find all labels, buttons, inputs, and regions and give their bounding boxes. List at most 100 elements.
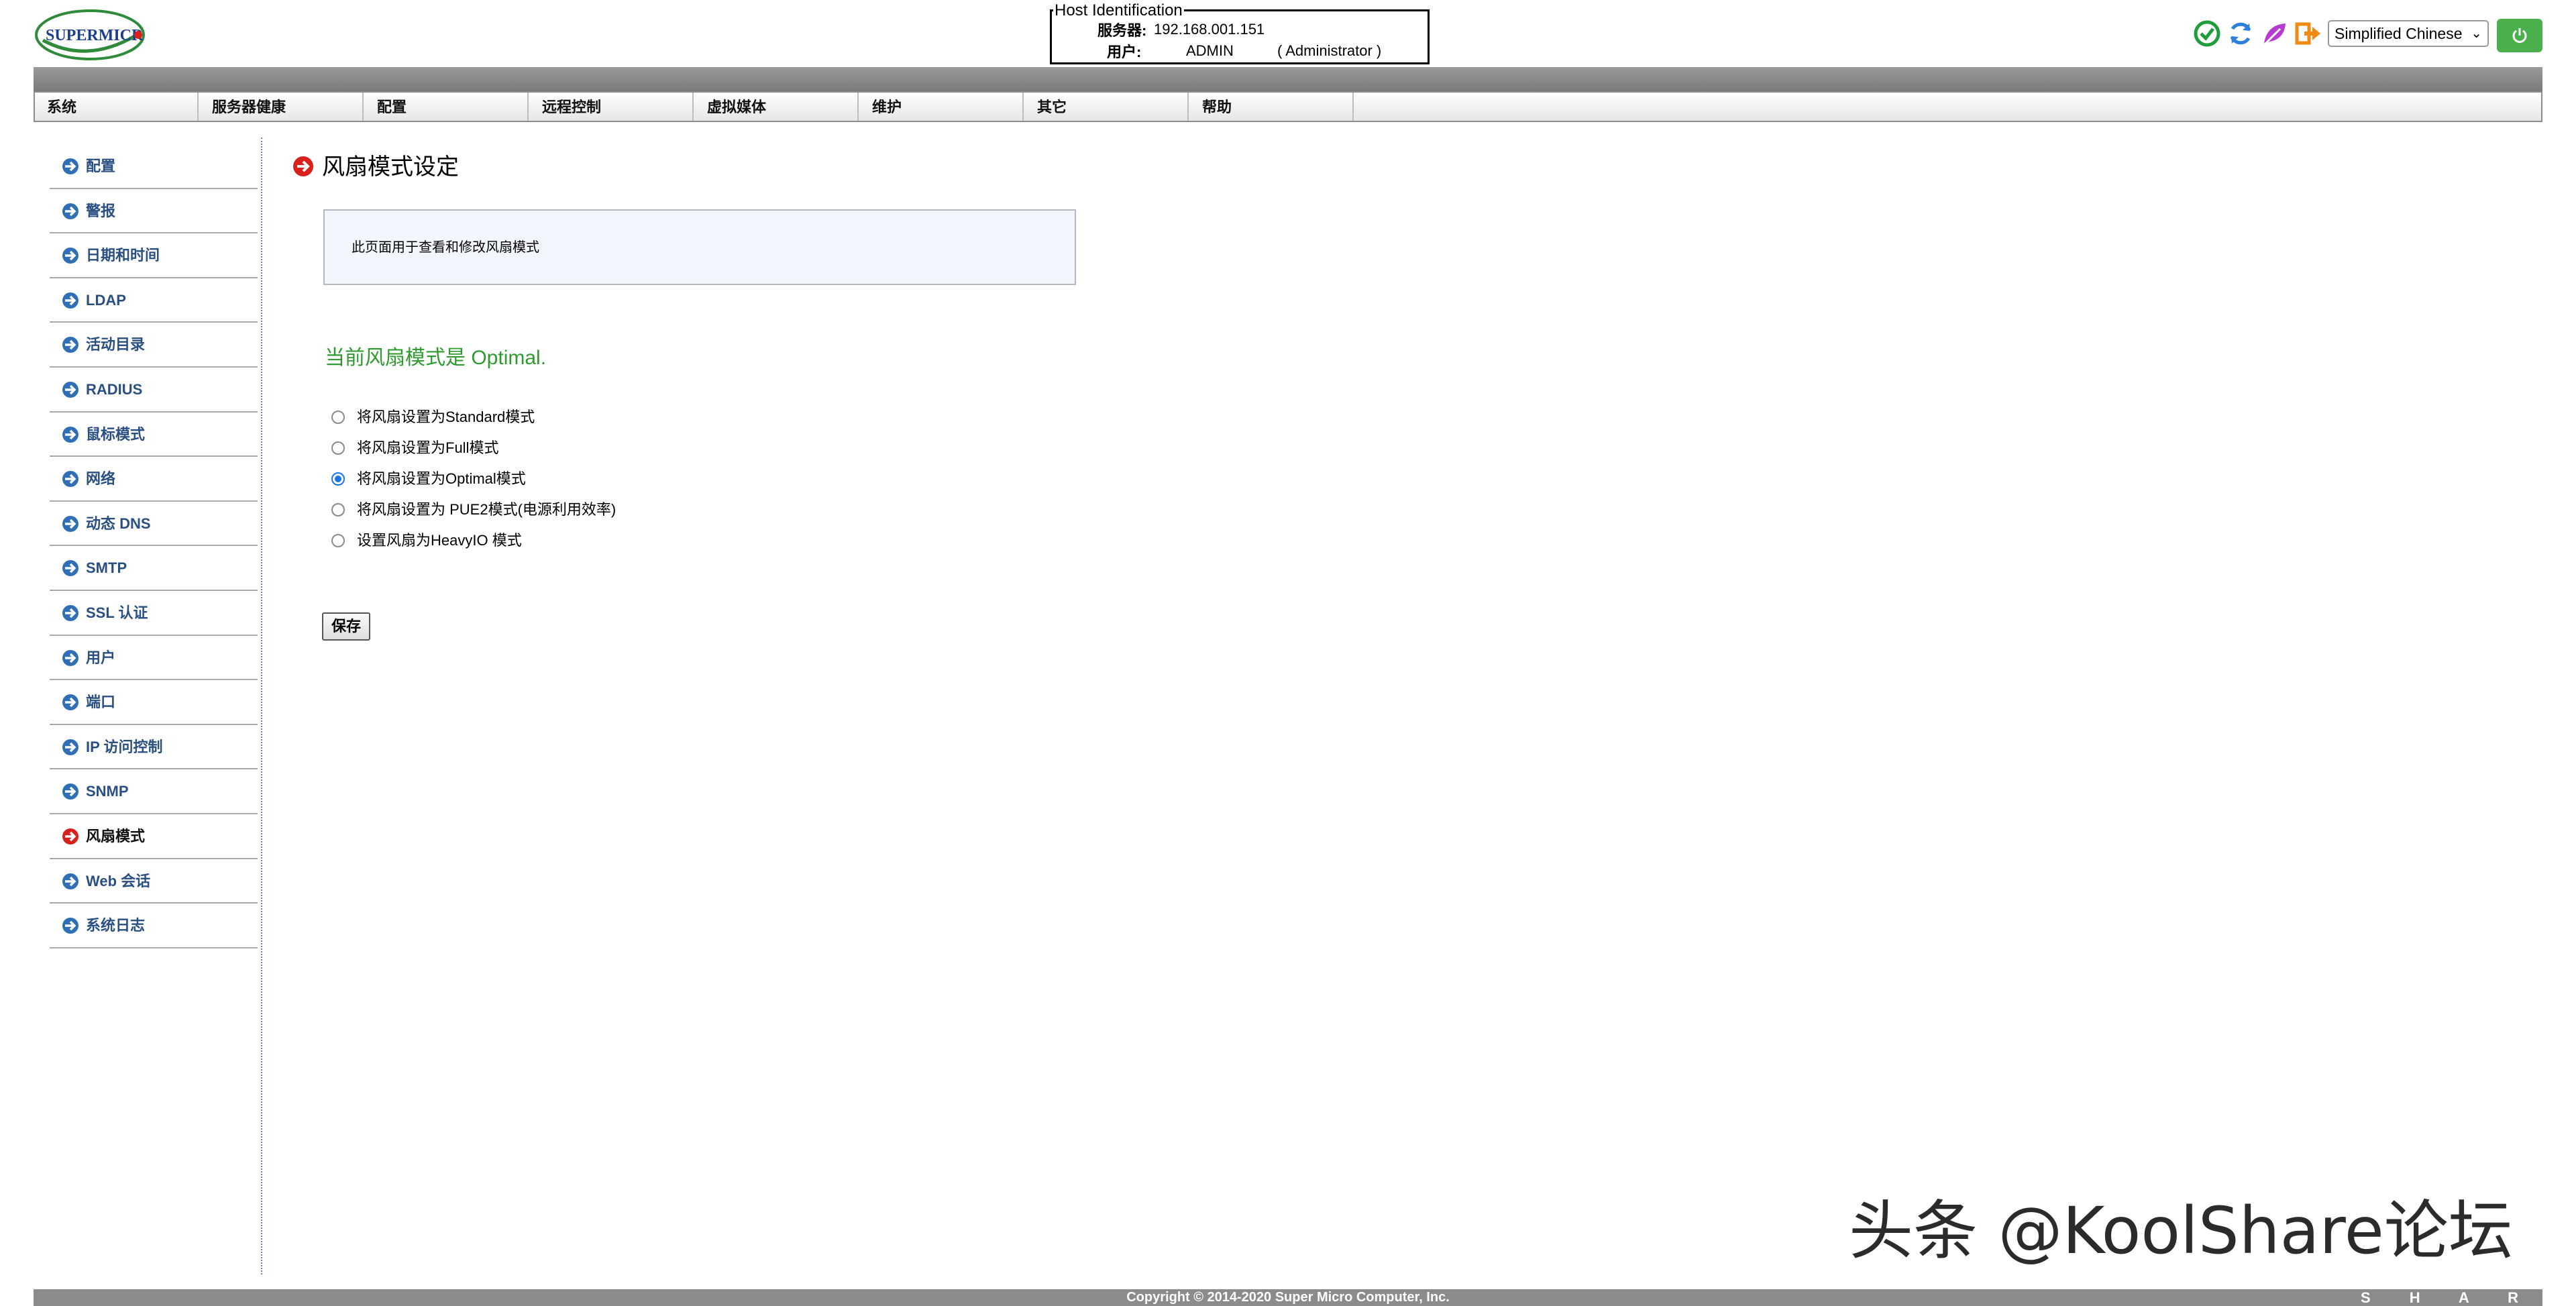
sidebar-item[interactable]: 动态 DNS <box>50 502 258 547</box>
sidebar-item-label: 网络 <box>86 470 116 488</box>
header: SUPERMICR Host Identification 服务器: 192.1… <box>0 0 2576 66</box>
sidebar-item[interactable]: 鼠标模式 <box>50 413 258 457</box>
refresh-icon[interactable] <box>2226 19 2255 48</box>
sidebar-item-label: 系统日志 <box>86 917 146 934</box>
sidebar-item[interactable]: 警报 <box>50 189 258 234</box>
fan-mode-option[interactable]: 将风扇设置为Optimal模式 <box>331 469 526 489</box>
fan-mode-option-label: 设置风扇为HeavyIO 模式 <box>357 532 522 549</box>
sidebar-item-label: 日期和时间 <box>86 247 160 264</box>
fan-mode-option[interactable]: 设置风扇为HeavyIO 模式 <box>331 531 522 551</box>
arrow-right-circle-icon <box>62 739 79 756</box>
arrow-right-circle-icon <box>62 604 79 622</box>
power-icon <box>2512 28 2527 43</box>
arrow-right-circle-icon <box>62 292 79 309</box>
nav-item[interactable]: 维护 <box>860 93 1024 121</box>
server-label: 服务器: <box>1097 22 1147 39</box>
logout-icon[interactable] <box>2293 19 2322 48</box>
arrow-right-circle-icon <box>62 783 79 800</box>
sidebar-item[interactable]: 活动目录 <box>50 323 258 368</box>
arrow-right-circle-icon <box>62 158 79 175</box>
sidebar-item-label: 配置 <box>86 158 116 174</box>
sidebar-item-label: 用户 <box>86 649 116 666</box>
user-role: ( Administrator ) <box>1277 42 1382 59</box>
arrow-right-circle-icon <box>62 873 79 890</box>
save-button[interactable]: 保存 <box>322 612 370 641</box>
footer-copyright: Copyright © 2014-2020 Super Micro Comput… <box>1126 1290 1450 1305</box>
sidebar: 配置警报日期和时间 LDAP 活动目录 RADIUS 鼠标模式网络动态 DNS SMTP S… <box>50 144 258 948</box>
sidebar-item[interactable]: 日期和时间 <box>50 233 258 278</box>
fan-mode-radio[interactable] <box>331 441 345 455</box>
arrow-right-circle-icon <box>62 470 79 488</box>
sidebar-item-label: SSL 认证 <box>86 604 148 621</box>
sidebar-item[interactable]: 配置 <box>50 144 258 189</box>
arrow-right-circle-icon <box>62 917 79 934</box>
arrow-right-circle-icon <box>62 336 79 353</box>
info-box: 此页面用于查看和修改风扇模式 <box>323 209 1076 285</box>
sidebar-item-label: 警报 <box>86 202 116 219</box>
host-identification-legend: Host Identification <box>1053 1 1184 19</box>
fan-mode-option-label: 将风扇设置为Full模式 <box>357 439 499 456</box>
sidebar-item-label: RADIUS <box>86 380 143 398</box>
fan-mode-radio[interactable] <box>331 534 345 547</box>
language-select[interactable]: Simplified Chinese ⌄ <box>2328 20 2489 47</box>
sidebar-item-label: LDAP <box>86 291 126 309</box>
fan-mode-option[interactable]: 将风扇设置为 PUE2模式(电源利用效率) <box>331 500 616 520</box>
nav-item[interactable]: 远程控制 <box>530 93 694 121</box>
fan-mode-option[interactable]: 将风扇设置为Standard模式 <box>331 407 535 427</box>
power-button[interactable] <box>2497 19 2542 52</box>
sidebar-item[interactable]: LDAP <box>50 278 258 323</box>
fan-mode-radio[interactable] <box>331 411 345 424</box>
arrow-right-circle-icon <box>62 426 79 443</box>
sidebar-item-label: 鼠标模式 <box>86 425 146 443</box>
arrow-right-circle-icon <box>62 559 79 577</box>
sidebar-item-label: 端口 <box>86 694 116 711</box>
sidebar-item-label: 动态 DNS <box>86 514 151 532</box>
arrow-right-circle-icon <box>62 247 79 264</box>
fan-mode-option[interactable]: 将风扇设置为Full模式 <box>331 438 498 458</box>
server-value: 192.168.001.151 <box>1154 21 1265 38</box>
fan-mode-radio[interactable] <box>331 503 345 516</box>
sidebar-item[interactable]: IP 访问控制 <box>50 725 258 770</box>
sidebar-item[interactable]: SSL 认证 <box>50 591 258 636</box>
nav-item[interactable]: 系统 <box>35 93 199 121</box>
info-text: 此页面用于查看和修改风扇模式 <box>352 240 539 255</box>
chevron-down-icon: ⌄ <box>2471 26 2482 41</box>
sidebar-item-label: SNMP <box>86 783 129 800</box>
sidebar-item-label: 活动目录 <box>86 336 146 353</box>
nav-item[interactable]: 服务器健康 <box>200 93 364 121</box>
nav-item[interactable]: 配置 <box>365 93 529 121</box>
sidebar-item[interactable]: 系统日志 <box>50 904 258 948</box>
current-fan-mode-status: 当前风扇模式是 Optimal. <box>325 347 547 369</box>
leaf-icon[interactable] <box>2259 19 2289 48</box>
sidebar-item[interactable]: SNMP <box>50 769 258 814</box>
sidebar-item[interactable]: RADIUS <box>50 368 258 413</box>
fan-mode-option-label: 将风扇设置为Standard模式 <box>357 409 535 425</box>
nav-item[interactable]: 虚拟媒体 <box>695 93 859 121</box>
host-identification-box: Host Identification 服务器: 192.168.001.151… <box>1050 2 1430 64</box>
fan-mode-option-label: 将风扇设置为Optimal模式 <box>357 470 526 487</box>
arrow-right-circle-icon <box>292 156 314 177</box>
supermicro-logo: SUPERMICR <box>34 5 148 62</box>
watermark-text: 头条 @KoolShare论坛 <box>1849 1193 2513 1268</box>
main-nav: 系统 服务器健康 配置 远程控制 虚拟媒体 维护 其它 帮助 <box>34 91 2542 122</box>
fan-mode-option-label: 将风扇设置为 PUE2模式(电源利用效率) <box>357 501 616 518</box>
nav-item[interactable]: 其它 <box>1025 93 1189 121</box>
sidebar-item[interactable]: SMTP <box>50 546 258 591</box>
arrow-right-circle-icon <box>62 515 79 533</box>
sidebar-item[interactable]: 网络 <box>50 457 258 502</box>
user-value: ADMIN <box>1186 42 1234 59</box>
sidebar-item[interactable]: 用户 <box>50 636 258 681</box>
check-circle-icon[interactable] <box>2192 19 2222 48</box>
sidebar-item-label: 风扇模式 <box>86 827 146 845</box>
fan-mode-radio[interactable] <box>331 472 345 486</box>
sidebar-item[interactable]: 端口 <box>50 680 258 725</box>
sidebar-item[interactable]: Web 会话 <box>50 859 258 904</box>
sidebar-item[interactable]: 风扇模式 <box>50 814 258 859</box>
arrow-right-circle-icon <box>62 381 79 398</box>
svg-text:SUPERMICR: SUPERMICR <box>46 27 144 44</box>
user-label: 用户: <box>1107 44 1142 60</box>
sidebar-divider <box>261 138 262 1274</box>
nav-item[interactable]: 帮助 <box>1190 93 1354 121</box>
arrow-right-circle-icon <box>62 203 79 220</box>
language-select-value: Simplified Chinese <box>2334 25 2463 42</box>
